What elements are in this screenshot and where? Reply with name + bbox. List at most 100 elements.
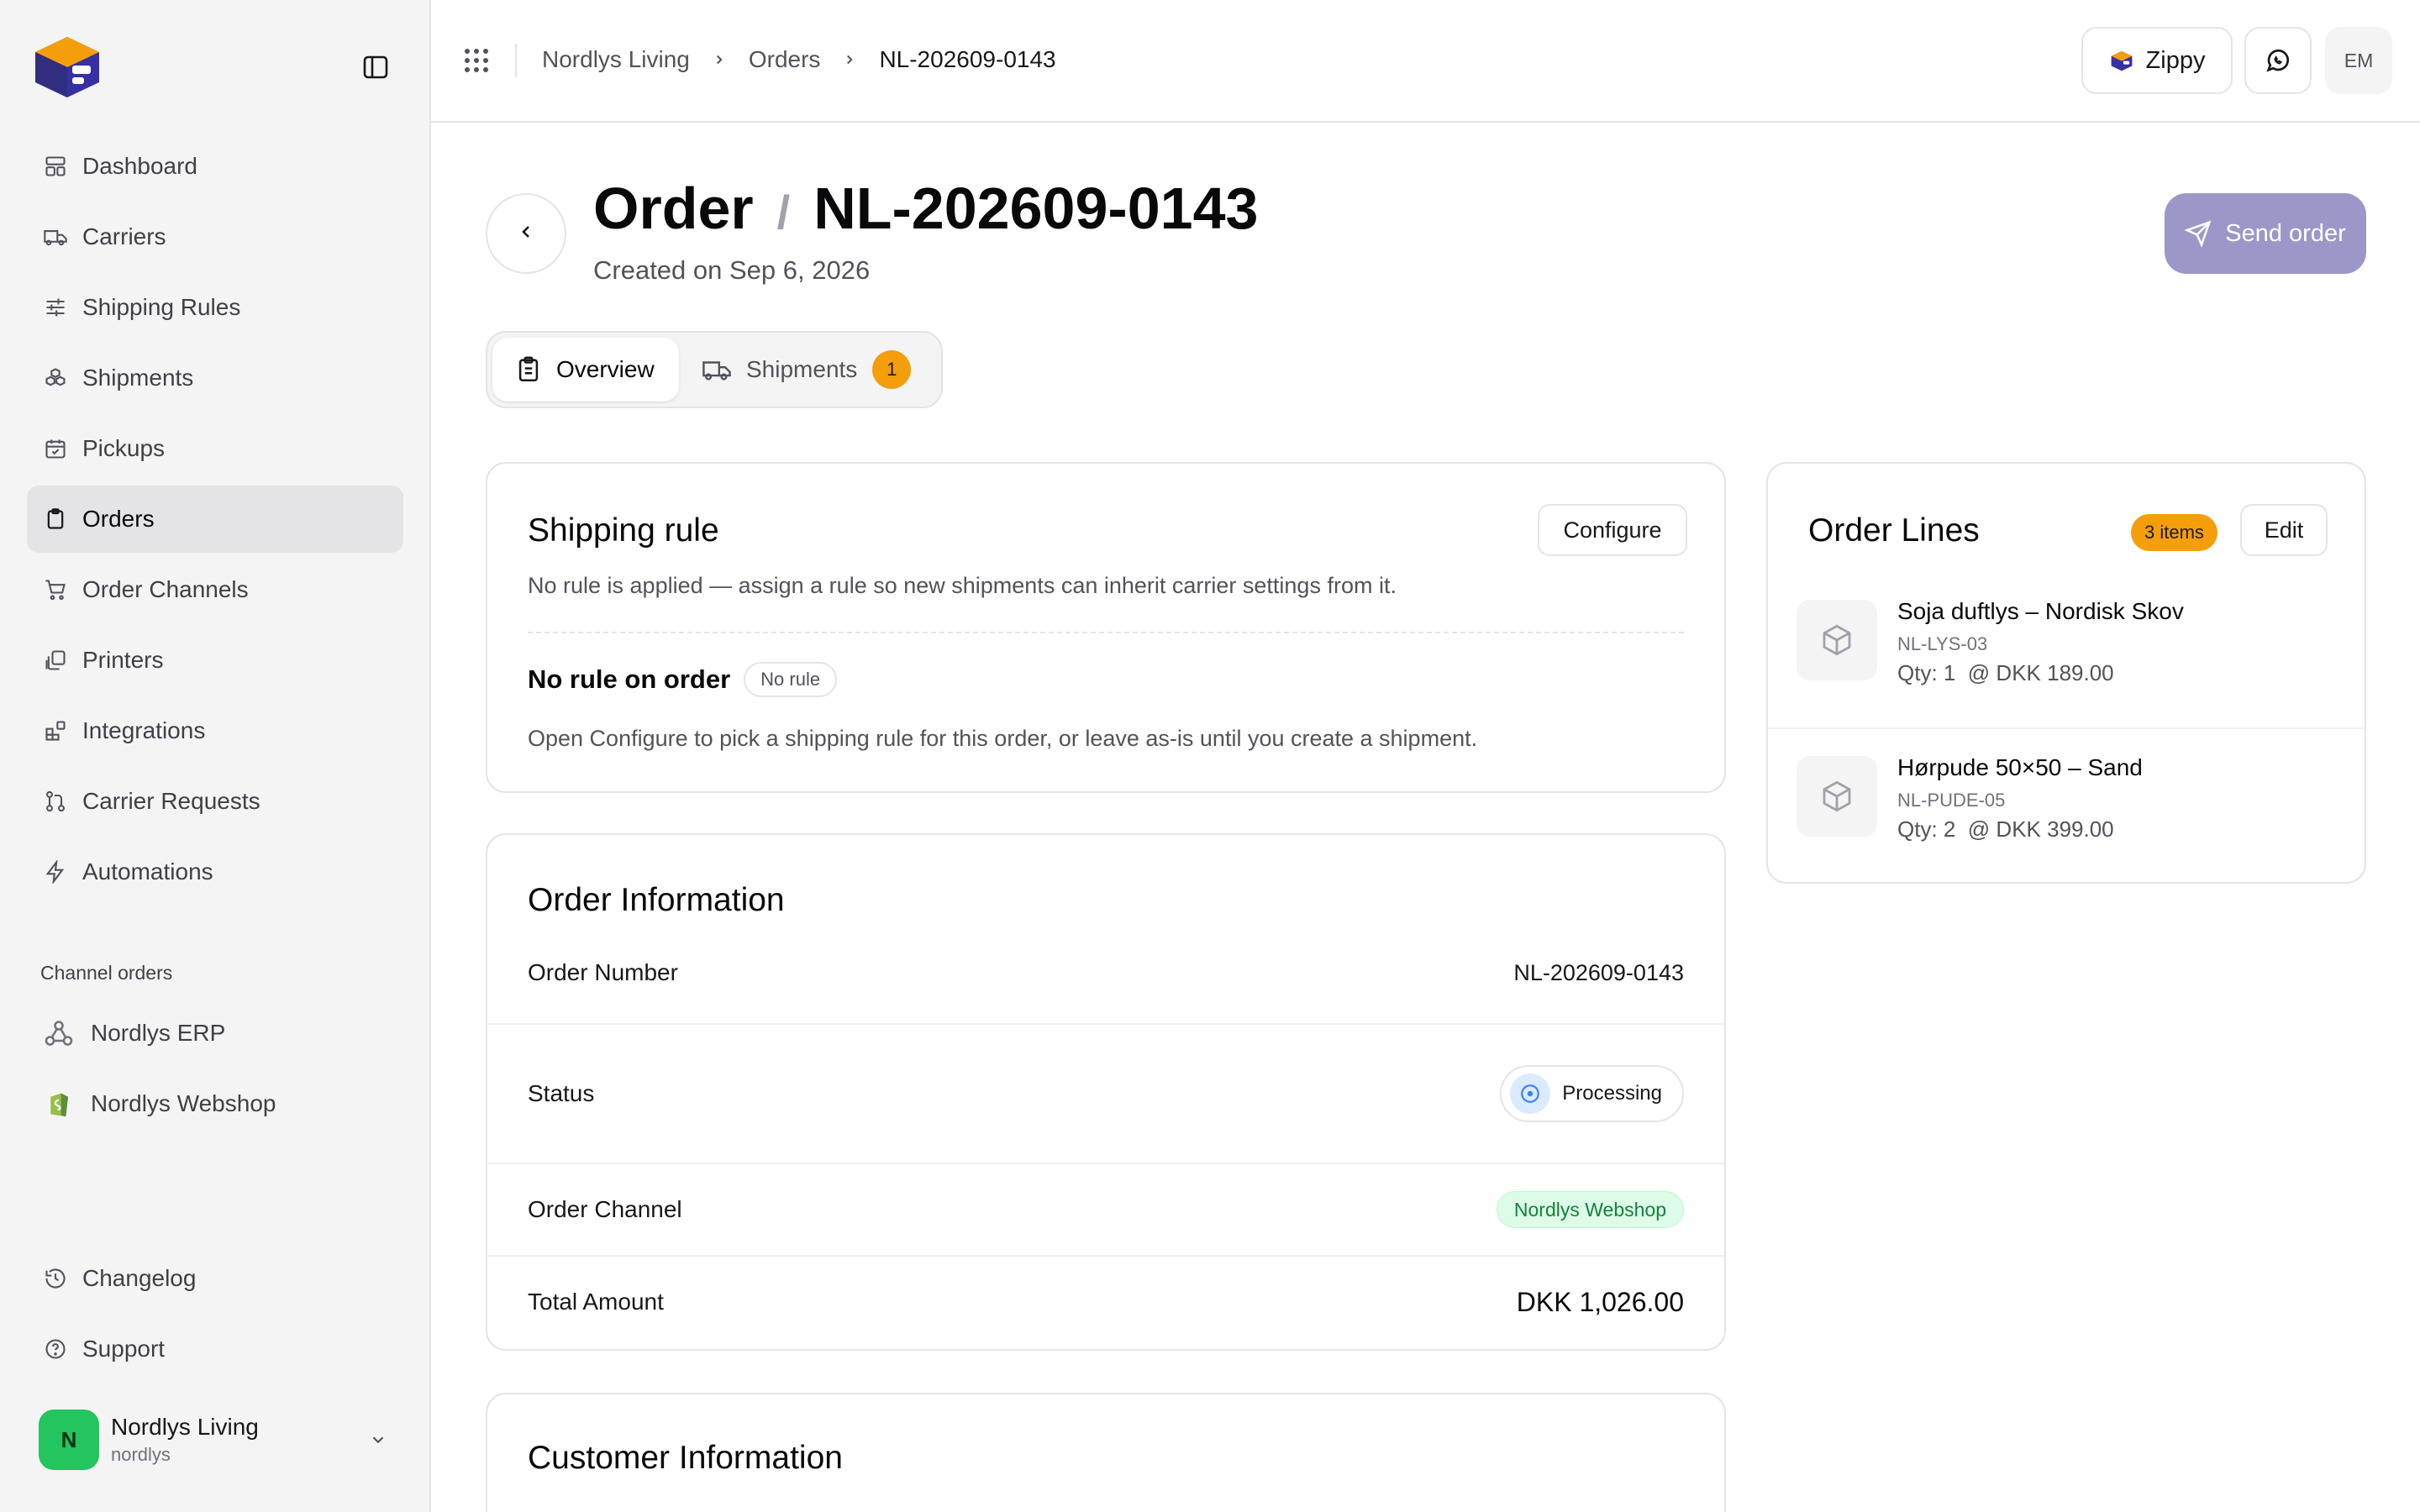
account-name: Nordlys Living: [111, 1414, 259, 1440]
sidebar-item-carriers[interactable]: Carriers: [27, 203, 403, 270]
sidebar-item-integrations[interactable]: Integrations: [27, 697, 403, 764]
info-row-total-amount: Total Amount DKK 1,026.00: [487, 1257, 1724, 1347]
shipping-rule-card: Shipping rule Configure No rule is appli…: [486, 462, 1726, 793]
sidebar-item-shipping-rules[interactable]: Shipping Rules: [27, 274, 403, 341]
chevron-down-icon: [365, 1426, 392, 1453]
channel-label: Nordlys Webshop: [91, 1090, 276, 1116]
info-label: Status: [528, 1080, 595, 1106]
configure-button[interactable]: Configure: [1538, 504, 1687, 556]
send-icon: [2185, 220, 2212, 247]
status-badge: Processing: [1500, 1065, 1684, 1122]
cart-icon: [42, 576, 69, 603]
tab-shipments[interactable]: Shipments 1: [701, 338, 936, 402]
sidebar-item-label: Carriers: [82, 223, 166, 249]
breadcrumb: Nordlys Living Orders NL-202609-0143: [542, 42, 1056, 77]
sidebar-item-label: Orders: [82, 506, 155, 532]
truck-icon: [42, 223, 69, 250]
card-title: Order Lines: [1808, 512, 1980, 549]
clipboard-list-icon: [518, 356, 539, 382]
info-row-order-channel: Order Channel Nordlys Webshop: [487, 1164, 1724, 1255]
total-amount: DKK 1,026.00: [1516, 1286, 1684, 1317]
tab-label: Overview: [556, 356, 655, 382]
webhook-icon: [42, 1016, 76, 1050]
sidebar-item-label: Integrations: [82, 717, 206, 743]
processing-icon: [1510, 1074, 1551, 1114]
sidebar-nav: Dashboard Carriers Shipping Rules Shipme…: [27, 133, 403, 909]
sidebar-item-label: Printers: [82, 647, 164, 673]
info-label: Order Channel: [528, 1196, 682, 1222]
card-title: Shipping rule: [528, 512, 719, 549]
sidebar-item-label: Shipments: [82, 365, 194, 391]
tab-label: Shipments: [746, 356, 858, 382]
customer-information-card: Customer Information: [486, 1393, 1726, 1512]
history-icon: [42, 1265, 69, 1292]
sidebar-item-dashboard[interactable]: Dashboard: [27, 133, 403, 200]
sidebar-item-changelog[interactable]: Changelog: [27, 1245, 403, 1312]
shopify-icon: [42, 1087, 76, 1121]
line-item-name: Hørpude 50×50 – Sand: [1897, 754, 2143, 780]
status-label: Processing: [1562, 1082, 1662, 1105]
help-circle-icon: [42, 1336, 69, 1362]
sidebar-channel-nordlys-erp[interactable]: Nordlys ERP: [27, 1000, 403, 1067]
line-item-sku: NL-LYS-03: [1897, 633, 1988, 654]
avatar: N: [39, 1410, 99, 1470]
app-logo[interactable]: [29, 27, 106, 104]
truck-icon: [702, 361, 731, 381]
status-badge: No rule: [744, 662, 838, 697]
clipboard-icon: [42, 506, 69, 533]
blocks-icon: [42, 717, 69, 744]
topbar-divider: [515, 44, 517, 77]
page-title-order-number: NL-202609-0143: [813, 176, 1259, 241]
send-order-button[interactable]: Send order: [2165, 193, 2366, 274]
copy-icon: [42, 647, 69, 674]
chevron-right-icon: [712, 52, 727, 67]
user-avatar[interactable]: EM: [2325, 27, 2392, 94]
order-information-card: Order Information Order Number NL-202609…: [486, 833, 1726, 1351]
sidebar-item-shipments[interactable]: Shipments: [27, 344, 403, 412]
channel-badge: Nordlys Webshop: [1496, 1191, 1684, 1228]
sidebar-toggle-icon[interactable]: [358, 52, 393, 82]
sidebar-item-order-channels[interactable]: Order Channels: [27, 556, 403, 623]
card-title: Order Information: [528, 882, 785, 918]
topbar: Nordlys Living Orders NL-202609-0143 Zip…: [431, 0, 2420, 123]
send-order-label: Send order: [2225, 219, 2346, 247]
sidebar-item-carrier-requests[interactable]: Carrier Requests: [27, 768, 403, 835]
order-line-item[interactable]: Soja duftlys – Nordisk Skov NL-LYS-03 Qt…: [1768, 571, 2365, 727]
rule-hint: Open Configure to pick a shipping rule f…: [528, 726, 1478, 751]
back-button[interactable]: [486, 193, 566, 274]
line-item-sku: NL-PUDE-05: [1897, 790, 2006, 811]
sidebar-item-label: Dashboard: [82, 153, 197, 179]
channel-label: Nordlys ERP: [91, 1020, 226, 1046]
package-icon: [1797, 756, 1877, 837]
sidebar-item-label: Automations: [82, 858, 213, 885]
breadcrumb-item[interactable]: Orders: [749, 46, 821, 73]
sliders-icon: [42, 294, 69, 321]
order-line-item[interactable]: Hørpude 50×50 – Sand NL-PUDE-05 Qty: 2 @…: [1768, 727, 2365, 884]
sidebar-item-pickups[interactable]: Pickups: [27, 415, 403, 482]
sidebar-item-orders[interactable]: Orders: [27, 486, 403, 553]
shipments-count-badge: 1: [872, 350, 912, 389]
rule-status-title: No rule on order: [528, 664, 731, 694]
edit-lines-button[interactable]: Edit: [2240, 504, 2328, 556]
shipping-rule-description: No rule is applied — assign a rule so ne…: [528, 573, 1397, 598]
line-item-qty: Qty: 2 @ DKK 399.00: [1897, 816, 2114, 842]
sidebar-item-printers[interactable]: Printers: [27, 627, 403, 694]
breadcrumb-item[interactable]: Nordlys Living: [542, 46, 690, 73]
sidebar-channel-nordlys-webshop[interactable]: Nordlys Webshop: [27, 1070, 403, 1137]
chat-icon[interactable]: [2244, 27, 2312, 94]
package-icon: [1797, 600, 1877, 680]
tab-list: Overview Shipments 1: [486, 331, 943, 408]
sidebar-bottom-nav: Changelog Support: [27, 1245, 403, 1386]
calendar-check-icon: [42, 435, 69, 462]
channel-section-label: Channel orders: [40, 962, 173, 984]
sidebar-item-support[interactable]: Support: [27, 1315, 403, 1383]
git-pull-icon: [42, 788, 69, 815]
tab-overview[interactable]: Overview: [492, 338, 679, 402]
sidebar-item-label: Pickups: [82, 435, 166, 461]
sidebar: Dashboard Carriers Shipping Rules Shipme…: [0, 0, 431, 1512]
account-switcher[interactable]: N Nordlys Living nordlys: [39, 1408, 392, 1472]
assistant-button[interactable]: Zippy: [2081, 27, 2233, 94]
sidebar-item-label: Changelog: [82, 1265, 197, 1291]
apps-grid-icon[interactable]: [460, 44, 493, 77]
sidebar-item-automations[interactable]: Automations: [27, 838, 403, 906]
